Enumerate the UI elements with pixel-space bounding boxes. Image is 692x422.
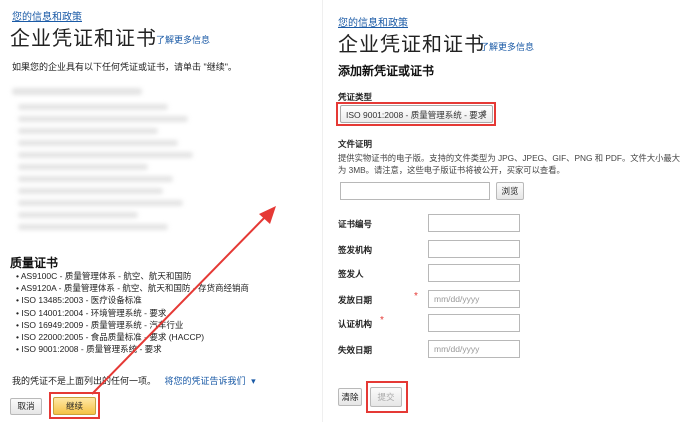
left-panel: 您的信息和政策 企业凭证和证书 了解更多信息 如果您的企业具有以下任何凭证或证书…	[0, 0, 318, 422]
learn-more-link[interactable]: 了解更多信息	[156, 33, 210, 46]
field-label: 签发人	[338, 269, 364, 279]
quality-cert-item: ISO 9001:2008 - 质量管理系统 - 要求	[16, 343, 249, 355]
required-asterisk-icon: *	[380, 315, 384, 326]
clear-button[interactable]: 清除	[338, 388, 362, 406]
field-label: 签发机构	[338, 245, 373, 255]
cert-type-value: ISO 9001:2008 - 质量管理系统 - 要求	[346, 110, 487, 120]
not-listed-label: 我的凭证不是上面列出的任何一项。	[12, 376, 157, 386]
cancel-button[interactable]: 取消	[10, 398, 42, 415]
file-path-field[interactable]	[340, 182, 490, 200]
learn-more-link-right[interactable]: 了解更多信息	[480, 40, 534, 53]
page-title: 企业凭证和证书	[10, 28, 157, 50]
continue-button[interactable]: 继续	[53, 397, 96, 415]
form-input[interactable]: mm/dd/yyyy	[428, 340, 520, 358]
file-proof-description: 提供实物证书的电子版。支持的文件类型为 JPG、JPEG、GIF、PNG 和 P…	[338, 153, 681, 175]
form-input[interactable]	[428, 264, 520, 282]
right-panel: 您的信息和政策 企业凭证和证书 了解更多信息 添加新凭证或证书 凭证类型 ISO…	[330, 0, 692, 422]
field-label: 发放日期	[338, 295, 373, 305]
field-label: 失效日期	[338, 345, 373, 355]
form-input[interactable]	[428, 214, 520, 232]
quality-cert-item: ISO 22000:2005 - 食品质量标准 - 要求 (HACCP)	[16, 331, 249, 343]
breadcrumb-link[interactable]: 您的信息和政策	[12, 8, 82, 23]
tell-us-link[interactable]: 将您的凭证告诉我们	[165, 376, 246, 386]
select-arrows-icon: ⇕	[481, 109, 488, 118]
form-input[interactable]: mm/dd/yyyy	[428, 290, 520, 308]
breadcrumb-link-right[interactable]: 您的信息和政策	[338, 14, 408, 29]
tell-us-icon: ▾	[251, 376, 256, 386]
browse-button[interactable]: 浏览	[496, 182, 524, 200]
required-asterisk-icon: *	[414, 291, 418, 302]
quality-certs-heading: 质量证书	[10, 256, 59, 270]
form-heading: 添加新凭证或证书	[338, 64, 435, 78]
quality-certs-list: AS9100C - 质量管理体系 - 航空、航天和国防AS9120A - 质量管…	[16, 270, 249, 355]
field-label: 证书编号	[338, 219, 373, 229]
page-title-right: 企业凭证和证书	[338, 34, 485, 56]
submit-button[interactable]: 提交	[370, 387, 402, 407]
form-input[interactable]	[428, 314, 520, 332]
file-proof-label: 文件证明	[338, 139, 373, 149]
quality-cert-item: ISO 13485:2003 - 医疗设备标准	[16, 294, 249, 306]
instruction-text: 如果您的企业具有以下任何凭证或证书，请单击 "继续"。	[12, 62, 237, 72]
form-input[interactable]	[428, 240, 520, 258]
quality-cert-item: AS9100C - 质量管理体系 - 航空、航天和国防	[16, 270, 249, 282]
quality-cert-item: AS9120A - 质量管理体系 - 航空、航天和国防 - 存货商经销商	[16, 282, 249, 294]
cert-type-select[interactable]: ISO 9001:2008 - 质量管理系统 - 要求 ⇕	[340, 105, 493, 123]
panel-divider	[322, 0, 323, 422]
quality-cert-item: ISO 14001:2004 - 环境管理系统 - 要求	[16, 307, 249, 319]
not-listed-text: 我的凭证不是上面列出的任何一项。 将您的凭证告诉我们 ▾	[12, 374, 256, 387]
field-label: 认证机构	[338, 319, 373, 329]
quality-cert-item: ISO 16949:2009 - 质量管理系统 - 汽车行业	[16, 319, 249, 331]
